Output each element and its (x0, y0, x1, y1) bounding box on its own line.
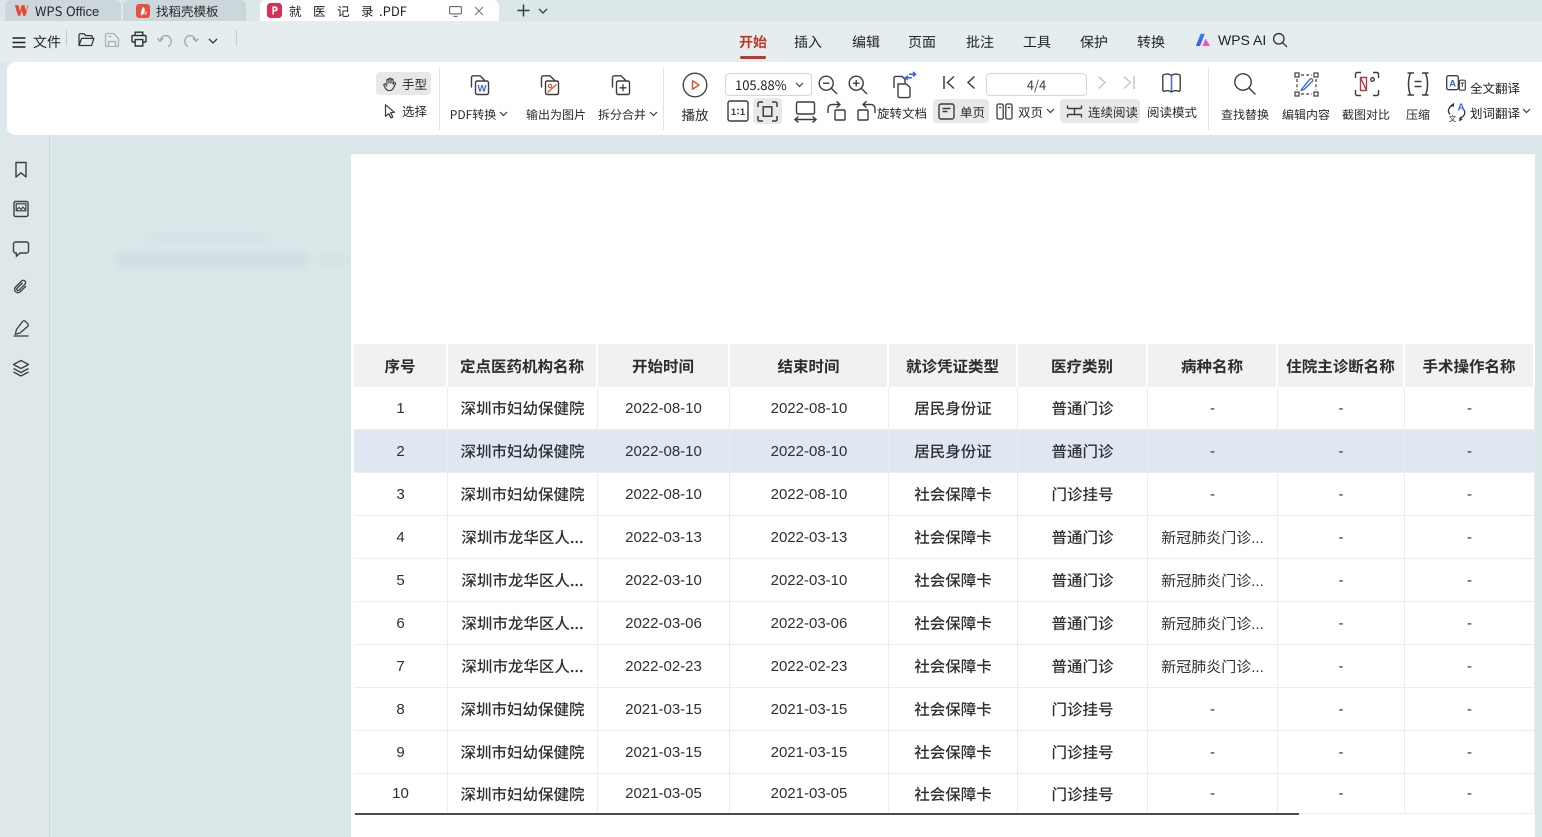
svg-text:W: W (478, 84, 487, 95)
svg-text:A: A (1458, 103, 1465, 114)
svg-text:1: 1 (740, 107, 746, 118)
svg-text:文: 文 (1449, 114, 1457, 124)
svg-text:A: A (1449, 79, 1456, 90)
svg-text:1: 1 (731, 107, 737, 118)
